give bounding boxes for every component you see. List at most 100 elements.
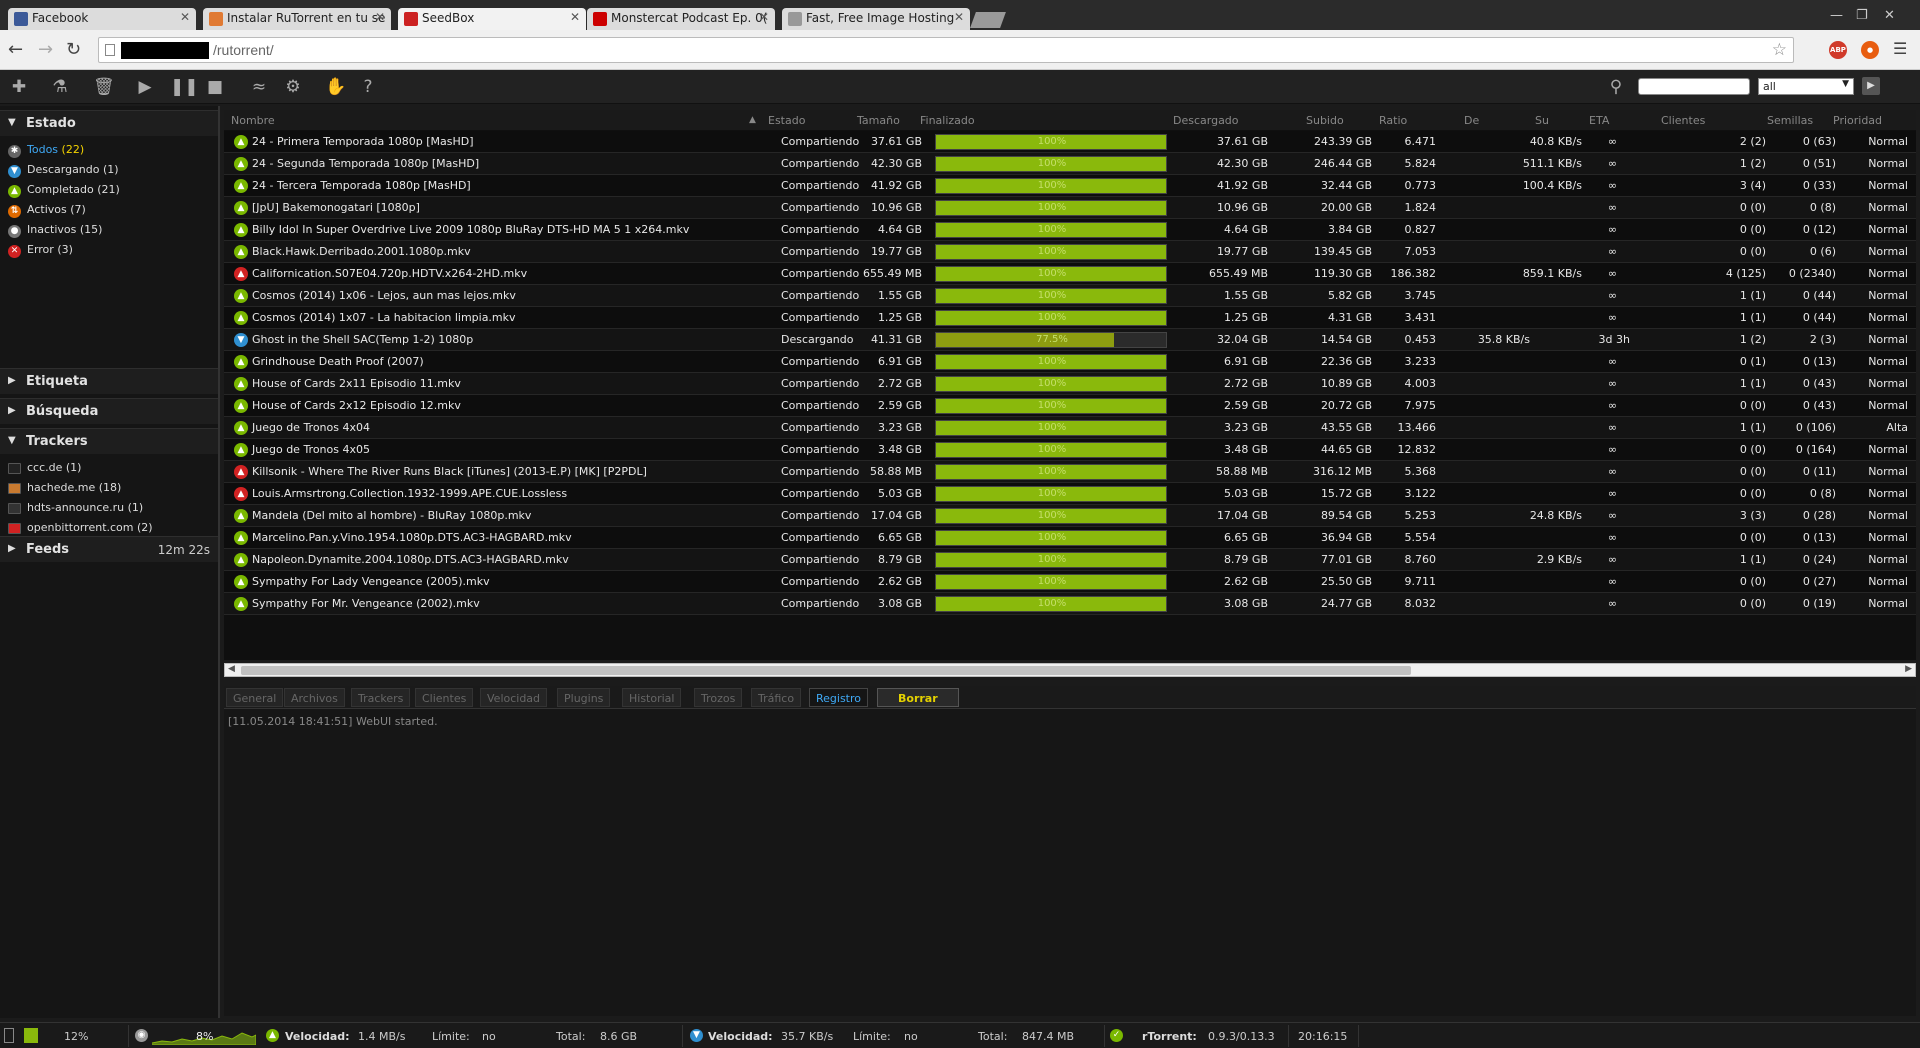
back-icon[interactable]: ← [8, 39, 23, 60]
table-row[interactable]: ▲ House of Cards 2x11 Episodio 11.mkv Comp… [224, 373, 1916, 395]
help-icon[interactable]: ? [358, 77, 378, 97]
category-etiqueta[interactable]: ▶ Etiqueta [0, 368, 218, 394]
tab-trfico[interactable]: Tráfico [751, 688, 802, 707]
status-filter-item[interactable]: ⇅ Activos (7) [8, 203, 86, 221]
adblock-icon[interactable]: ABP [1829, 41, 1847, 59]
restore-icon[interactable]: ❐ [1856, 8, 1868, 23]
table-row[interactable]: ▲ Killsonik - Where The River Runs Black … [224, 461, 1916, 483]
col-size[interactable]: Tamaño [857, 114, 900, 127]
search-input[interactable] [1638, 78, 1750, 95]
tab-close-icon[interactable]: ✕ [570, 10, 580, 24]
tracker-item[interactable]: hdts-announce.ru (1) [8, 501, 143, 519]
category-estado[interactable]: ▼ Estado [0, 110, 218, 136]
rss-icon[interactable]: ≈ [249, 77, 269, 97]
table-row[interactable]: ▲ 24 - Primera Temporada 1080p [MasHD] Com… [224, 131, 1916, 153]
browser-tab[interactable]: Instalar RuTorrent en tu se ✕ [203, 8, 391, 30]
table-row[interactable]: ▲ 24 - Tercera Temporada 1080p [MasHD] Com… [224, 175, 1916, 197]
fire-extension-icon[interactable]: ● [1861, 41, 1879, 59]
status-filter-item[interactable]: ▼ Descargando (1) [8, 163, 119, 181]
search-go-button[interactable]: ▶ [1862, 77, 1880, 95]
table-row[interactable]: ▲ Marcelino.Pan.y.Vino.1954.1080p.DTS.AC3… [224, 527, 1916, 549]
col-name[interactable]: Nombre [231, 114, 275, 127]
tab-close-icon[interactable]: ✕ [954, 10, 964, 24]
tracker-item[interactable]: hachede.me (18) [8, 481, 121, 499]
stop-icon[interactable]: ■ [205, 77, 225, 97]
tab-close-icon[interactable]: ✕ [180, 10, 190, 24]
table-row[interactable]: ▲ Juego de Tronos 4x05 Compartiendo 3.48 GB… [224, 439, 1916, 461]
minimize-icon[interactable]: — [1830, 8, 1843, 23]
tab-archivos[interactable]: Archivos [284, 688, 345, 707]
table-row[interactable]: ▲ Californication.S07E04.720p.HDTV.x264-2… [224, 263, 1916, 285]
add-torrent-icon[interactable]: ✚ [9, 77, 29, 97]
search-filter-select[interactable]: all ▼ [1758, 78, 1854, 95]
col-down-speed[interactable]: De [1464, 114, 1479, 127]
address-bar[interactable]: /rutorrent/ ☆ [98, 37, 1794, 63]
start-icon[interactable]: ▶ [135, 77, 155, 97]
tracker-item[interactable]: ccc.de (1) [8, 461, 81, 479]
bookmark-star-icon[interactable]: ☆ [1772, 40, 1787, 60]
table-row[interactable]: ▲ Cosmos (2014) 1x06 - Lejos, aun mas lej… [224, 285, 1916, 307]
browser-tab[interactable]: Fast, Free Image Hosting ✕ [782, 8, 970, 30]
col-ratio[interactable]: Ratio [1379, 114, 1407, 127]
remove-icon[interactable]: 🗑 [93, 77, 115, 97]
table-row[interactable]: ▲ Mandela (Del mito al hombre) - BluRay 1… [224, 505, 1916, 527]
table-row[interactable]: ▲ [JpU] Bakemonogatari [1080p] Compartiend… [224, 197, 1916, 219]
browser-tab[interactable]: Facebook ✕ [8, 8, 196, 30]
status-filter-item[interactable]: ✕ Error (3) [8, 243, 73, 261]
table-row[interactable]: ▼ Ghost in the Shell SAC(Temp 1-2) 1080p D… [224, 329, 1916, 351]
upload-limit-value[interactable]: no [904, 1030, 918, 1043]
table-row[interactable]: ▲ Louis.Armsrtrong.Collection.1932-1999.A… [224, 483, 1916, 505]
table-row[interactable]: ▲ Sympathy For Lady Vengeance (2005).mkv C… [224, 571, 1916, 593]
tab-registro[interactable]: Registro [809, 688, 869, 707]
close-window-icon[interactable]: ✕ [1884, 8, 1895, 23]
tab-close-icon[interactable]: ✕ [759, 10, 769, 24]
category-trackers[interactable]: ▼ Trackers [0, 428, 218, 454]
col-peers[interactable]: Clientes [1661, 114, 1705, 127]
col-up-speed[interactable]: Su [1535, 114, 1549, 127]
settings-icon[interactable]: ⚙ [283, 77, 303, 97]
table-row[interactable]: ▲ Billy Idol In Super Overdrive Live 2009… [224, 219, 1916, 241]
status-filter-item[interactable]: ● Inactivos (15) [8, 223, 102, 241]
new-tab-button[interactable] [970, 12, 1006, 28]
tab-clientes[interactable]: Clientes [415, 688, 474, 707]
tab-historial[interactable]: Historial [622, 688, 682, 707]
table-row[interactable]: ▲ Black.Hawk.Derribado.2001.1080p.mkv Comp… [224, 241, 1916, 263]
clear-log-button[interactable]: Borrar [877, 688, 959, 707]
col-done[interactable]: Finalizado [920, 114, 975, 127]
plugins-icon[interactable]: ✋ [325, 77, 346, 97]
col-priority[interactable]: Prioridad [1833, 114, 1882, 127]
category-feeds[interactable]: ▶ Feeds 12m 22s [0, 536, 218, 562]
col-status[interactable]: Estado [768, 114, 805, 127]
tab-plugins[interactable]: Plugins [557, 688, 611, 707]
sort-asc-icon[interactable]: ▲ [749, 115, 756, 125]
col-eta[interactable]: ETA [1589, 114, 1609, 127]
forward-icon[interactable]: → [38, 39, 53, 60]
scroll-right-icon[interactable]: ▶ [1905, 664, 1912, 674]
create-torrent-icon[interactable]: ⚗ [50, 77, 70, 97]
table-row[interactable]: ▲ Cosmos (2014) 1x07 - La habitacion limp… [224, 307, 1916, 329]
table-row[interactable]: ▲ Juego de Tronos 4x04 Compartiendo 3.23 GB… [224, 417, 1916, 439]
scroll-left-icon[interactable]: ◀ [228, 664, 235, 674]
tab-trozos[interactable]: Trozos [694, 688, 743, 707]
pause-icon[interactable]: ❚❚ [170, 77, 199, 97]
reload-icon[interactable]: ↻ [66, 39, 81, 60]
horizontal-scrollbar[interactable]: ◀ ▶ [224, 663, 1916, 677]
table-row[interactable]: ▲ Napoleon.Dynamite.2004.1080p.DTS.AC3-HA… [224, 549, 1916, 571]
col-seeds[interactable]: Semillas [1767, 114, 1813, 127]
menu-icon[interactable]: ☰ [1893, 39, 1907, 58]
download-limit-value[interactable]: no [482, 1030, 496, 1043]
search-icon[interactable]: ⚲ [1606, 77, 1626, 97]
browser-tab[interactable]: SeedBox ✕ [398, 8, 586, 30]
tab-velocidad[interactable]: Velocidad [480, 688, 548, 707]
col-uploaded[interactable]: Subido [1306, 114, 1344, 127]
status-filter-item[interactable]: ✱ Todos (22) [8, 143, 84, 161]
category-busqueda[interactable]: ▶ Búsqueda [0, 398, 218, 424]
table-row[interactable]: ▲ House of Cards 2x12 Episodio 12.mkv Comp… [224, 395, 1916, 417]
status-filter-item[interactable]: ▲ Completado (21) [8, 183, 120, 201]
tab-trackers[interactable]: Trackers [351, 688, 411, 707]
tab-general[interactable]: General [226, 688, 284, 707]
table-row[interactable]: ▲ Sympathy For Mr. Vengeance (2002).mkv Co… [224, 593, 1916, 615]
tab-close-icon[interactable]: ✕ [375, 10, 385, 24]
col-downloaded[interactable]: Descargado [1173, 114, 1239, 127]
table-row[interactable]: ▲ Grindhouse Death Proof (2007) Compartien… [224, 351, 1916, 373]
